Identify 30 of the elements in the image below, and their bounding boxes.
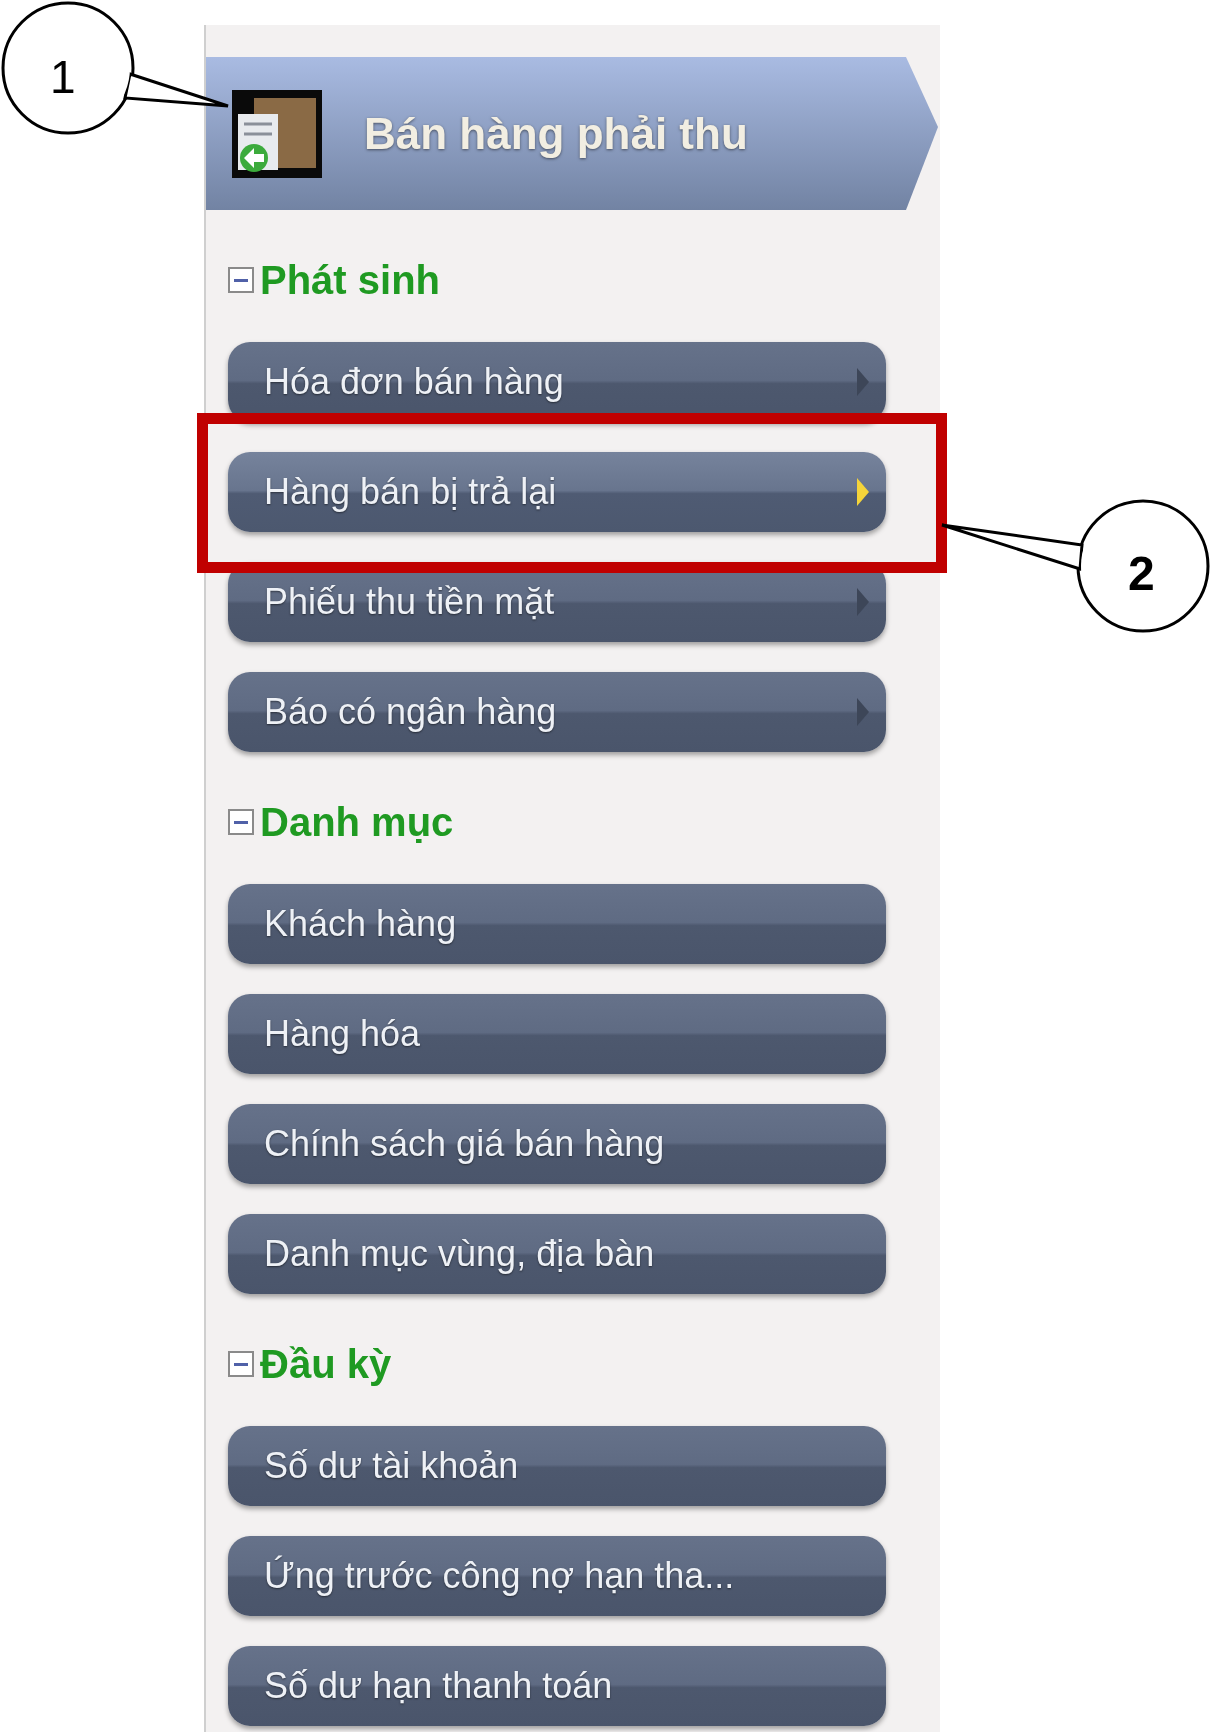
menu-item-label: Hàng bán bị trả lại — [264, 470, 558, 514]
menu-item[interactable]: Khách hàng — [228, 884, 886, 964]
menu-item[interactable]: Báo có ngân hàng — [228, 672, 886, 752]
menu-item-label: Ứng trước công nợ hạn tha... — [264, 1554, 736, 1598]
collapse-toggle[interactable] — [228, 1351, 254, 1377]
menu-item[interactable]: Hàng bán bị trả lại — [228, 452, 886, 532]
menu-item[interactable]: Chính sách giá bán hàng — [228, 1104, 886, 1184]
collapse-toggle[interactable] — [228, 267, 254, 293]
menu-item-label: Chính sách giá bán hàng — [264, 1122, 666, 1166]
section-title: Danh mục — [260, 799, 454, 846]
section-title: Phát sinh — [260, 257, 441, 304]
menu-item-label: Báo có ngân hàng — [264, 690, 558, 734]
menu-item-label: Hàng hóa — [264, 1012, 422, 1056]
menu-item-label: Hóa đơn bán hàng — [264, 360, 565, 404]
menu-item[interactable]: Số dư tài khoản — [228, 1426, 886, 1506]
menu-item[interactable]: Danh mục vùng, địa bàn — [228, 1214, 886, 1294]
module-title: Bán hàng phải thu — [364, 107, 748, 160]
menu-item-label: Số dư tài khoản — [264, 1444, 520, 1488]
callout-number: 1 — [50, 50, 76, 105]
menu-item[interactable]: Hàng hóa — [228, 994, 886, 1074]
menu-item-label: Số dư hạn thanh toán — [264, 1664, 614, 1708]
menu-item-label: Phiếu thu tiền mặt — [264, 580, 556, 624]
callout-number: 2 — [1128, 546, 1155, 602]
menu-item[interactable]: Ứng trước công nợ hạn tha... — [228, 1536, 886, 1616]
document-folder-icon — [232, 89, 322, 178]
menu-item[interactable]: Số dư hạn thanh toán — [228, 1646, 886, 1726]
section-title: Đầu kỳ — [260, 1341, 392, 1388]
menu-item-label: Danh mục vùng, địa bàn — [264, 1232, 656, 1276]
collapse-toggle[interactable] — [228, 809, 254, 835]
menu-item-label: Khách hàng — [264, 902, 458, 946]
